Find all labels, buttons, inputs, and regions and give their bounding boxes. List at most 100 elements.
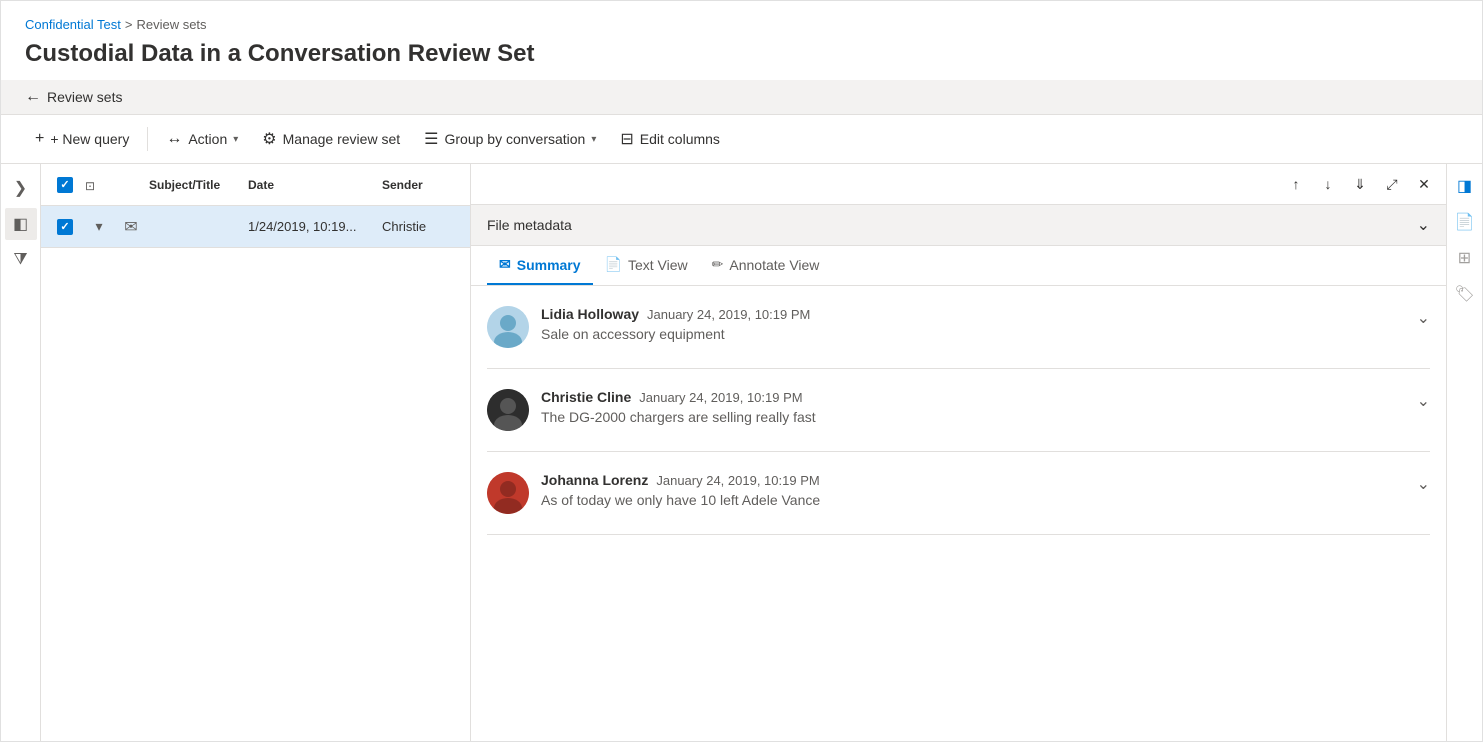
panel-navigation: ↑ ↓ ⇓ ⤢ ✕ — [471, 164, 1446, 205]
message-header: Lidia Holloway January 24, 2019, 10:19 P… — [541, 306, 1405, 322]
row-checkbox[interactable] — [49, 219, 81, 235]
page-title: Custodial Data in a Conversation Review … — [25, 40, 1458, 68]
manage-review-set-button[interactable]: ⚙ Manage review set — [252, 123, 410, 155]
group-by-conversation-button[interactable]: ☰ Group by conversation ▾ — [414, 123, 606, 155]
select-all-checkbox[interactable] — [57, 177, 73, 193]
list-item: Christie Cline January 24, 2019, 10:19 P… — [487, 369, 1430, 452]
sender-name: Johanna Lorenz — [541, 472, 648, 488]
gear-icon: ⚙ — [262, 129, 276, 149]
conversation-list: Lidia Holloway January 24, 2019, 10:19 P… — [471, 286, 1446, 741]
message-content: Christie Cline January 24, 2019, 10:19 P… — [541, 389, 1405, 425]
tag-icon[interactable]: 🏷 — [1451, 280, 1479, 308]
tab-text-view[interactable]: 📄 Text View — [593, 246, 700, 285]
message-header: Johanna Lorenz January 24, 2019, 10:19 P… — [541, 472, 1405, 488]
sender-column-header[interactable]: Sender — [382, 178, 462, 192]
nav-down-end-button[interactable]: ⇓ — [1346, 170, 1374, 198]
breadcrumb-separator: > — [125, 17, 133, 32]
summary-tab-icon: ✉ — [499, 256, 511, 273]
plus-icon: + — [35, 130, 44, 148]
right-panel: ↑ ↓ ⇓ ⤢ ✕ File metadata ⌄ ✉ Summary 📄 Te — [471, 164, 1446, 741]
date-column-header[interactable]: Date — [248, 178, 378, 192]
document-table: ⊡ Subject/Title Date Sender ▾ ✉ 1/24/201… — [41, 164, 471, 741]
panel-close-button[interactable]: ✕ — [1410, 170, 1438, 198]
main-content: ❯ ◧ ⧩ ⊡ Subject/Title Date Sender — [1, 164, 1482, 741]
back-nav: ← Review sets — [1, 80, 1482, 115]
item-expand-icon[interactable]: ⌄ — [1417, 389, 1430, 411]
message-content: Johanna Lorenz January 24, 2019, 10:19 P… — [541, 472, 1405, 508]
avatar — [487, 389, 529, 431]
header-checkbox-col — [49, 177, 81, 193]
nav-expand-button[interactable]: ⤢ — [1378, 170, 1406, 198]
action-chevron-icon: ▾ — [233, 134, 238, 145]
avatar — [487, 472, 529, 514]
breadcrumb-link[interactable]: Confidential Test — [25, 17, 121, 32]
row-sender: Christie — [382, 219, 462, 234]
action-icon: ↔ — [166, 130, 182, 148]
expand-icon: ▾ — [95, 218, 102, 235]
row-select-checkbox[interactable] — [57, 219, 73, 235]
textview-tab-label: Text View — [628, 257, 688, 273]
message-text: The DG-2000 chargers are selling really … — [541, 409, 1405, 425]
tab-summary[interactable]: ✉ Summary — [487, 246, 593, 285]
group-chevron-icon: ▾ — [591, 134, 596, 145]
list-item: Lidia Holloway January 24, 2019, 10:19 P… — [487, 286, 1430, 369]
file-metadata-label: File metadata — [487, 217, 572, 233]
document-icon-right[interactable]: 📄 — [1451, 208, 1479, 236]
expand-panel-icon[interactable]: ❯ — [5, 172, 37, 204]
action-label: Action — [188, 131, 227, 147]
annotate-tab-label: Annotate View — [729, 257, 819, 273]
summary-tab-label: Summary — [517, 257, 581, 273]
breadcrumb: Confidential Test > Review sets — [25, 17, 1458, 32]
message-header: Christie Cline January 24, 2019, 10:19 P… — [541, 389, 1405, 405]
document-icon[interactable]: ◧ — [5, 208, 37, 240]
panel-view-icon[interactable]: ◨ — [1451, 172, 1479, 200]
columns-icon: ⊟ — [620, 129, 633, 149]
tab-annotate-view[interactable]: ✏ Annotate View — [700, 246, 832, 285]
panel-tabs: ✉ Summary 📄 Text View ✏ Annotate View — [471, 246, 1446, 286]
avatar — [487, 306, 529, 348]
breadcrumb-current: Review sets — [136, 17, 206, 32]
filter-icon[interactable]: ⧩ — [5, 244, 37, 276]
message-text: Sale on accessory equipment — [541, 326, 1405, 342]
textview-tab-icon: 📄 — [605, 256, 622, 273]
message-content: Lidia Holloway January 24, 2019, 10:19 P… — [541, 306, 1405, 342]
file-metadata-bar: File metadata ⌄ — [471, 205, 1446, 246]
manage-review-set-label: Manage review set — [283, 131, 401, 147]
message-time: January 24, 2019, 10:19 PM — [656, 473, 819, 488]
nav-down-button[interactable]: ↓ — [1314, 170, 1342, 198]
sender-name: Lidia Holloway — [541, 306, 639, 322]
email-type-icon: ✉ — [117, 217, 145, 237]
message-time: January 24, 2019, 10:19 PM — [647, 307, 810, 322]
item-expand-icon[interactable]: ⌄ — [1417, 306, 1430, 328]
message-text: As of today we only have 10 left Adele V… — [541, 492, 1405, 508]
left-sidebar: ❯ ◧ ⧩ — [1, 164, 41, 741]
back-arrow-icon: ← — [25, 88, 41, 106]
action-button[interactable]: ↔ Action ▾ — [156, 124, 248, 154]
new-query-button[interactable]: + + New query — [25, 124, 139, 154]
header-expand-col: ⊡ — [85, 177, 113, 193]
nav-up-button[interactable]: ↑ — [1282, 170, 1310, 198]
annotate-tab-icon: ✏ — [712, 256, 724, 273]
toolbar-separator-1 — [147, 127, 148, 151]
page-header: Confidential Test > Review sets Custodia… — [1, 1, 1482, 80]
table-header: ⊡ Subject/Title Date Sender — [41, 164, 470, 206]
right-icon-panel: ◨ 📄 ⊞ 🏷 — [1446, 164, 1482, 741]
list-item: Johanna Lorenz January 24, 2019, 10:19 P… — [487, 452, 1430, 535]
item-expand-icon[interactable]: ⌄ — [1417, 472, 1430, 494]
sender-name: Christie Cline — [541, 389, 631, 405]
expand-col-icon: ⊡ — [85, 179, 95, 193]
row-expand-toggle[interactable]: ▾ — [85, 218, 113, 235]
table-row[interactable]: ▾ ✉ 1/24/2019, 10:19... Christie — [41, 206, 470, 248]
back-label: Review sets — [47, 89, 122, 105]
grid-icon[interactable]: ⊞ — [1451, 244, 1479, 272]
subject-column-header[interactable]: Subject/Title — [149, 178, 244, 192]
row-date: 1/24/2019, 10:19... — [248, 219, 378, 234]
toolbar: + + New query ↔ Action ▾ ⚙ Manage review… — [1, 115, 1482, 164]
group-by-label: Group by conversation — [444, 131, 585, 147]
edit-columns-button[interactable]: ⊟ Edit columns — [610, 123, 730, 155]
back-button[interactable]: ← Review sets — [25, 88, 122, 106]
edit-columns-label: Edit columns — [640, 131, 720, 147]
group-icon: ☰ — [424, 129, 438, 149]
metadata-chevron-icon[interactable]: ⌄ — [1417, 215, 1430, 235]
message-time: January 24, 2019, 10:19 PM — [639, 390, 802, 405]
